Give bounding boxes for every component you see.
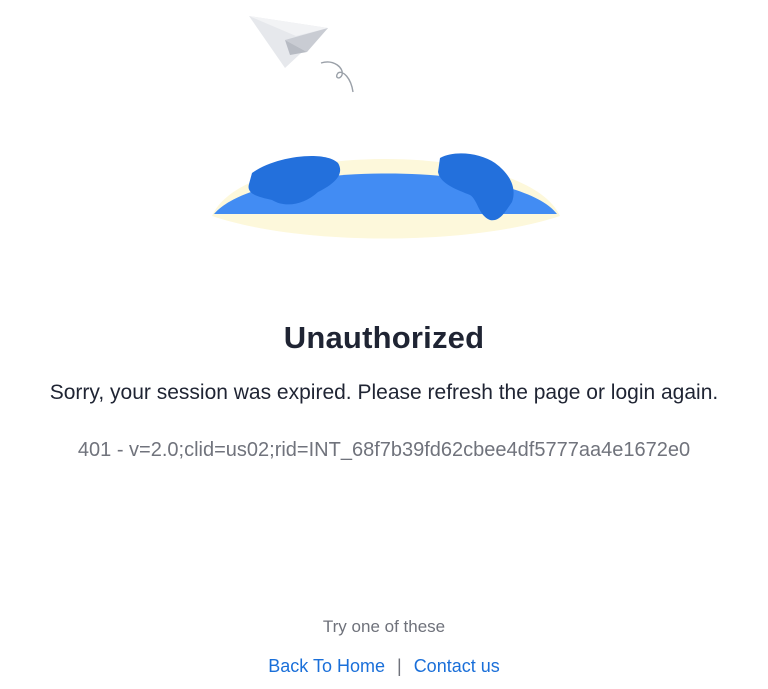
error-code: 401 - v=2.0;clid=us02;rid=INT_68f7b39fd6…	[77, 439, 691, 461]
error-message: Sorry, your session was expired. Please …	[49, 381, 719, 404]
error-illustration	[212, 16, 560, 239]
globe-icon	[212, 153, 560, 239]
link-separator: |	[396, 656, 402, 676]
paper-plane-icon	[249, 16, 354, 93]
suggestions-label: Try one of these	[322, 617, 446, 636]
page-title: Unauthorized	[283, 320, 485, 355]
error-page: Unauthorized Sorry, your session was exp…	[0, 0, 768, 689]
back-to-home-link[interactable]: Back To Home	[268, 656, 385, 676]
suggestion-links: Back To Home | Contact us	[0, 656, 768, 677]
contact-us-link[interactable]: Contact us	[414, 656, 500, 676]
